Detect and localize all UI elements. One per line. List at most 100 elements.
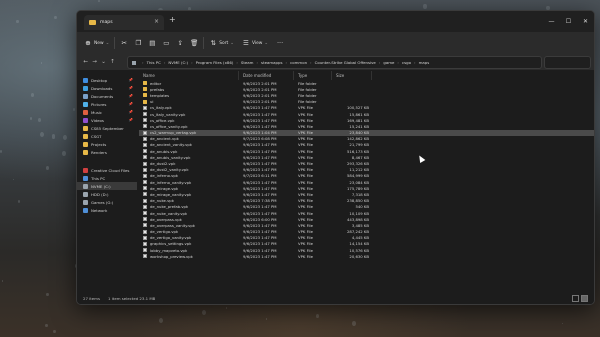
file-type: VPK File (298, 111, 313, 117)
copy-button[interactable]: ❐ (134, 36, 142, 50)
close-window-button[interactable]: ✕ (577, 11, 594, 32)
file-icon (143, 149, 147, 154)
file-icon (143, 118, 147, 123)
sidebar-item-label: Games (G:) (91, 199, 114, 205)
paste-button[interactable]: ▤ (148, 36, 156, 50)
chevron-down-icon: ⌄ (230, 40, 234, 46)
file-icon (143, 204, 147, 209)
breadcrumb-item[interactable]: common (290, 60, 307, 65)
file-date: 9/6/2023 1:47 PM (243, 123, 277, 129)
file-date: 9/6/2023 1:47 PM (243, 142, 277, 148)
sidebar-item[interactable]: Downloads 📌 (77, 84, 137, 92)
chevron-down-icon: ⌄ (264, 40, 269, 46)
up-button[interactable]: ↑ (108, 59, 117, 65)
file-icon (143, 105, 147, 110)
more-options-button[interactable]: ··· (276, 36, 284, 50)
recent-button[interactable]: ⌄ (99, 59, 108, 65)
forward-button[interactable]: → (90, 59, 99, 65)
tab-maps[interactable]: maps × (84, 15, 164, 30)
sidebar-item[interactable]: Renders (77, 148, 137, 156)
breadcrumb-item[interactable]: Steam (241, 60, 254, 65)
column-name[interactable]: Name (139, 71, 239, 80)
file-name: lobby_mapveto.vpk (150, 247, 188, 253)
sidebar-item-label: CSGT (91, 133, 102, 139)
file-icon (143, 173, 147, 178)
file-date: 9/6/2023 2:01 PM (243, 99, 277, 105)
file-name: de_vertigo_vanity.vpk (150, 235, 192, 241)
column-date[interactable]: Date modified (239, 71, 294, 80)
column-size[interactable]: Size (332, 71, 372, 80)
breadcrumb-item[interactable]: Program Files (x86) (196, 60, 234, 65)
file-size: 7,318 KB (351, 191, 369, 197)
new-button[interactable]: ⊕ New ⌄ (84, 36, 109, 50)
chevron-right-icon: › (163, 60, 166, 65)
command-bar: ⊕ New ⌄ ✂ ❐ ▤ ▭ ⇪ 🗑 ⇅ Sort ⌄ ☰ View ⌄ ··… (77, 32, 594, 55)
column-type[interactable]: Type (294, 71, 332, 80)
new-tab-button[interactable]: + (169, 15, 176, 24)
close-tab-icon[interactable]: × (154, 18, 159, 25)
sidebar-item[interactable]: CSGT (77, 132, 137, 140)
breadcrumb-item[interactable]: game (383, 60, 394, 65)
sidebar-item[interactable]: CS85 September (77, 124, 137, 132)
scissors-icon: ✂ (121, 39, 127, 47)
file-size: 238,850 KB (346, 198, 369, 204)
sidebar-item[interactable]: Documents 📌 (77, 92, 137, 100)
sidebar-item[interactable]: Desktop 📌 (77, 76, 137, 84)
breadcrumb-item[interactable]: csgo (402, 60, 411, 65)
file-date: 9/6/2023 1:47 PM (243, 229, 277, 235)
sidebar-item[interactable]: This PC (77, 174, 137, 182)
file-date: 9/6/2023 1:47 PM (243, 154, 277, 160)
rename-button[interactable]: ▭ (162, 36, 170, 50)
sidebar-item[interactable]: Music 📌 (77, 108, 137, 116)
sidebar-item[interactable]: Projects (77, 140, 137, 148)
view-icon: ☰ (243, 39, 249, 47)
file-icon (143, 198, 147, 203)
search-input[interactable] (544, 56, 591, 69)
file-type: VPK File (298, 142, 313, 148)
sort-button[interactable]: ⇅ Sort ⌄ (209, 36, 234, 50)
details-view-button[interactable] (572, 295, 579, 302)
sidebar-item[interactable]: Creative Cloud Files (77, 166, 137, 174)
sidebar-item[interactable]: Games (G:) (77, 198, 137, 206)
sidebar-item[interactable]: HDD (D:) (77, 190, 137, 198)
tiles-view-button[interactable] (581, 295, 588, 302)
sidebar-item-label: NVME (C:) (91, 183, 111, 189)
sidebar-item[interactable]: NVME (C:) (77, 182, 137, 190)
breadcrumb-item[interactable]: Counter-Strike Global Offensive (315, 60, 376, 65)
navigation-pane: Desktop 📌 Downloads 📌 Documents 📌 Pictures 📌 Mus… (77, 71, 137, 293)
view-button[interactable]: ☰ View ⌄ (242, 36, 268, 50)
sidebar-item-label: Documents (91, 93, 114, 99)
sidebar-icon (83, 101, 88, 107)
minimize-button[interactable]: — (543, 11, 560, 32)
breadcrumb-item[interactable]: This PC (147, 60, 161, 65)
file-name: editor (150, 80, 162, 86)
delete-button[interactable]: 🗑 (190, 36, 198, 50)
file-name: de_vertigo.vpk (150, 229, 179, 235)
breadcrumb-item[interactable]: NVME (C:) (168, 60, 188, 65)
address-bar[interactable]: › This PC › NVME (C:) › Program Files (x86) ›… (127, 56, 542, 69)
file-size: 23,840 KB (349, 130, 369, 136)
sidebar-item[interactable]: Pictures 📌 (77, 100, 137, 108)
share-button[interactable]: ⇪ (176, 36, 184, 50)
sidebar-item-label: CS85 September (91, 125, 124, 131)
breadcrumb-item[interactable]: steamapps (261, 60, 282, 65)
file-icon (143, 142, 147, 147)
file-date: 9/6/2023 1:47 PM (243, 105, 277, 111)
breadcrumb-item[interactable]: maps (419, 60, 430, 65)
trash-icon: 🗑 (190, 39, 199, 47)
file-icon (143, 124, 147, 129)
file-type: VPK File (298, 204, 313, 210)
cut-button[interactable]: ✂ (120, 36, 128, 50)
file-size: 8,467 KB (351, 154, 369, 160)
file-size: 15,241 KB (349, 123, 369, 129)
file-type: VPK File (298, 148, 313, 154)
file-size: 23,084 KB (349, 179, 369, 185)
file-row[interactable]: workshop_preview.vpk 9/6/2023 1:47 PM VPK … (139, 253, 594, 259)
file-type: VPK File (298, 179, 313, 185)
sidebar-icon (83, 125, 88, 131)
sidebar-item[interactable]: Network (77, 206, 137, 214)
sidebar-item[interactable]: Videos 📌 (77, 116, 137, 124)
maximize-button[interactable]: ☐ (560, 11, 577, 32)
selection-info: 1 item selected 23.1 MB (108, 296, 156, 301)
back-button[interactable]: ← (81, 59, 90, 65)
